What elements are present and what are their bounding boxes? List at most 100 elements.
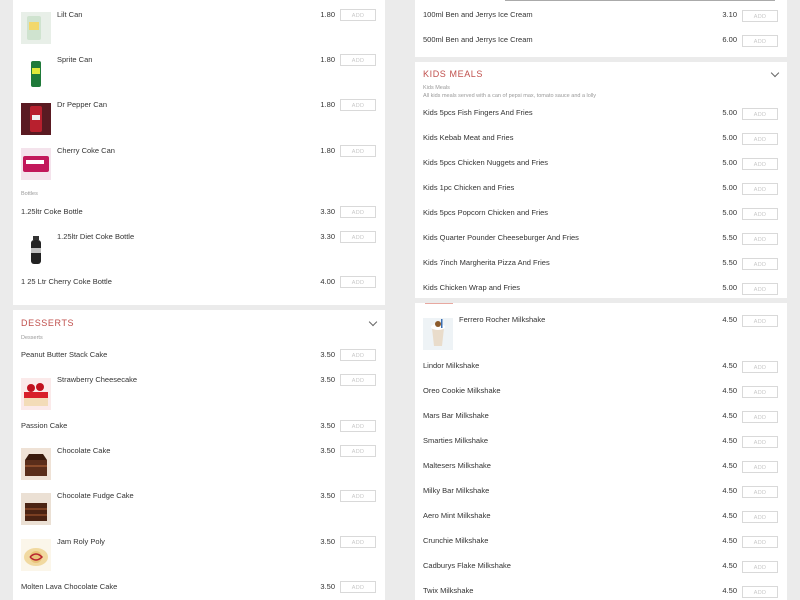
- menu-item-name[interactable]: Mars Bar Milkshake: [423, 411, 489, 420]
- menu-item-price: 4.50: [722, 436, 737, 445]
- menu-item-name[interactable]: 500ml Ben and Jerrys Ice Cream: [423, 35, 533, 44]
- add-button[interactable]: ADD: [742, 233, 778, 245]
- menu-item-price: 3.50: [320, 537, 335, 546]
- add-button[interactable]: ADD: [340, 54, 376, 66]
- menu-item-name[interactable]: 100ml Ben and Jerrys Ice Cream: [423, 10, 533, 19]
- menu-item-name[interactable]: Chocolate Cake: [57, 446, 110, 455]
- menu-item-name[interactable]: Peanut Butter Stack Cake: [21, 350, 107, 359]
- menu-item-name[interactable]: Kids 5pcs Fish Fingers And Fries: [423, 108, 533, 117]
- menu-item-name[interactable]: Dr Pepper Can: [57, 100, 107, 109]
- menu-item-name[interactable]: Ferrero Rocher Milkshake: [459, 315, 545, 324]
- add-button[interactable]: ADD: [742, 411, 778, 423]
- add-button[interactable]: ADD: [742, 158, 778, 170]
- add-button[interactable]: ADD: [742, 208, 778, 220]
- add-button[interactable]: ADD: [340, 231, 376, 243]
- menu-item-name[interactable]: Passion Cake: [21, 421, 67, 430]
- menu-item-name[interactable]: Oreo Cookie Milkshake: [423, 386, 501, 395]
- menu-item-name[interactable]: Kids Quarter Pounder Cheeseburger And Fr…: [423, 233, 579, 242]
- chocolate-fudge-cake-image: [21, 493, 51, 525]
- add-button[interactable]: ADD: [742, 486, 778, 498]
- subsection-description: All kids meals served with a can of peps…: [423, 93, 597, 99]
- add-button[interactable]: ADD: [742, 561, 778, 573]
- add-button[interactable]: ADD: [340, 145, 376, 157]
- menu-item-name[interactable]: Chocolate Fudge Cake: [57, 491, 134, 500]
- menu-item-name[interactable]: Twix Milkshake: [423, 586, 473, 595]
- menu-item-name[interactable]: Molten Lava Chocolate Cake: [21, 582, 117, 591]
- menu-item-name[interactable]: Lilt Can: [57, 10, 82, 19]
- chevron-down-icon[interactable]: [368, 317, 378, 327]
- dr-pepper-can-image: [21, 103, 51, 135]
- milkshakes-panel: Ferrero Rocher Milkshake 4.50 ADD Lindor…: [415, 303, 787, 600]
- menu-item-name[interactable]: Cadburys Flake Milkshake: [423, 561, 511, 570]
- menu-item-price: 3.30: [320, 207, 335, 216]
- menu-item-name[interactable]: Kids 1pc Chicken and Fries: [423, 183, 514, 192]
- menu-item-name[interactable]: Maltesers Milkshake: [423, 461, 491, 470]
- menu-item-name[interactable]: 1 25 Ltr Cherry Coke Bottle: [21, 277, 112, 286]
- menu-item-name[interactable]: Smarties Milkshake: [423, 436, 488, 445]
- add-button[interactable]: ADD: [340, 206, 376, 218]
- add-button[interactable]: ADD: [340, 276, 376, 288]
- add-button[interactable]: ADD: [340, 349, 376, 361]
- add-button[interactable]: ADD: [742, 436, 778, 448]
- menu-item-name[interactable]: 1.25ltr Diet Coke Bottle: [57, 232, 134, 241]
- add-button[interactable]: ADD: [340, 445, 376, 457]
- menu-item-name[interactable]: Milky Bar Milkshake: [423, 486, 489, 495]
- add-button[interactable]: ADD: [340, 536, 376, 548]
- menu-item-price: 4.50: [722, 586, 737, 595]
- menu-item-price: 5.00: [722, 208, 737, 217]
- menu-item-name[interactable]: Sprite Can: [57, 55, 92, 64]
- add-button[interactable]: ADD: [742, 511, 778, 523]
- subsection-label: Desserts: [21, 335, 43, 341]
- add-button[interactable]: ADD: [340, 581, 376, 593]
- menu-item-price: 3.50: [320, 491, 335, 500]
- menu-item-name[interactable]: Strawberry Cheesecake: [57, 375, 137, 384]
- menu-item-price: 3.50: [320, 446, 335, 455]
- diet-coke-bottle-image: [21, 234, 51, 266]
- menu-item-price: 5.00: [722, 158, 737, 167]
- menu-item-name[interactable]: Aero Mint Milkshake: [423, 511, 491, 520]
- menu-item-name[interactable]: Kids 7inch Margherita Pizza And Fries: [423, 258, 550, 267]
- menu-item-name[interactable]: Kids Chicken Wrap and Fries: [423, 283, 520, 292]
- menu-item-price: 3.50: [320, 421, 335, 430]
- add-button[interactable]: ADD: [742, 361, 778, 373]
- menu-item-name[interactable]: Kids Kebab Meat and Fries: [423, 133, 513, 142]
- section-title[interactable]: DESSERTS: [21, 318, 74, 328]
- add-button[interactable]: ADD: [742, 386, 778, 398]
- menu-item-price: 4.50: [722, 361, 737, 370]
- menu-item-price: 4.50: [722, 561, 737, 570]
- ice-cream-panel: 100ml Ben and Jerrys Ice Cream 3.10 ADD …: [415, 0, 787, 57]
- menu-item-price: 1.80: [320, 10, 335, 19]
- menu-item-name[interactable]: Kids 5pcs Popcorn Chicken and Fries: [423, 208, 548, 217]
- drinks-panel: Lilt Can 1.80 ADD Sprite Can 1.80 ADD Dr…: [13, 0, 385, 305]
- menu-item-name[interactable]: Lindor Milkshake: [423, 361, 479, 370]
- add-button[interactable]: ADD: [742, 35, 778, 47]
- menu-item-name[interactable]: Kids 5pcs Chicken Nuggets and Fries: [423, 158, 548, 167]
- add-button[interactable]: ADD: [742, 315, 778, 327]
- add-button[interactable]: ADD: [340, 9, 376, 21]
- add-button[interactable]: ADD: [340, 99, 376, 111]
- add-button[interactable]: ADD: [742, 283, 778, 295]
- add-button[interactable]: ADD: [742, 10, 778, 22]
- menu-item-name[interactable]: Cherry Coke Can: [57, 146, 115, 155]
- section-title[interactable]: KIDS MEALS: [423, 69, 483, 79]
- add-button[interactable]: ADD: [742, 536, 778, 548]
- menu-item-name[interactable]: Jam Roly Poly: [57, 537, 105, 546]
- menu-item-name[interactable]: Crunchie Milkshake: [423, 536, 488, 545]
- subsection-label: Bottles: [21, 191, 38, 197]
- add-button[interactable]: ADD: [340, 374, 376, 386]
- menu-item-price: 3.50: [320, 350, 335, 359]
- add-button[interactable]: ADD: [742, 586, 778, 598]
- menu-item-price: 5.00: [722, 283, 737, 292]
- menu-item-name[interactable]: 1.25ltr Coke Bottle: [21, 207, 83, 216]
- menu-item-price: 3.50: [320, 582, 335, 591]
- add-button[interactable]: ADD: [742, 258, 778, 270]
- menu-item-price: 4.50: [722, 461, 737, 470]
- add-button[interactable]: ADD: [340, 490, 376, 502]
- add-button[interactable]: ADD: [742, 461, 778, 473]
- add-button[interactable]: ADD: [742, 108, 778, 120]
- chevron-down-icon[interactable]: [770, 68, 780, 78]
- desserts-panel: DESSERTS Desserts Peanut Butter Stack Ca…: [13, 310, 385, 600]
- add-button[interactable]: ADD: [742, 183, 778, 195]
- add-button[interactable]: ADD: [742, 133, 778, 145]
- add-button[interactable]: ADD: [340, 420, 376, 432]
